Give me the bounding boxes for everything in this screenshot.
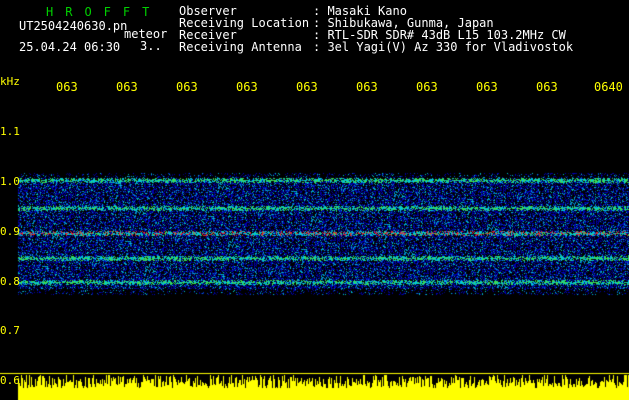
y-tick-label: 1.0 (0, 175, 20, 188)
app-logo: HROFFT (46, 5, 162, 19)
x-tick-label: 063 (476, 80, 498, 94)
x-tick-label: 063 (296, 80, 318, 94)
datetime-extra: 3.. (140, 39, 162, 53)
filename-label: UT2504240630.pn (19, 19, 128, 33)
datetime-label: 25.04.24 06:30 (19, 40, 121, 54)
y-tick-label: 0.6 (0, 374, 20, 387)
y-tick-label: 0.7 (0, 324, 20, 337)
x-tick-label: 063 (116, 80, 138, 94)
x-tick-label: 063 (176, 80, 198, 94)
field-label-antenna: Receiving Antenna (179, 40, 302, 54)
field-value-antenna: : 3el Yagi(V) Az 330 for Vladivostok (313, 40, 574, 54)
x-tick-label: 063 (416, 80, 438, 94)
x-tick-label: 063 (56, 80, 78, 94)
x-tick-label: 063 (356, 80, 378, 94)
y-axis-unit: kHz (0, 75, 20, 88)
x-tick-label: 063 (236, 80, 258, 94)
x-tick-label: 063 (536, 80, 558, 94)
spectrogram-waterfall (0, 95, 629, 400)
hrofft-window: HROFFT UT2504240630.pn meteor 25.04.24 0… (0, 0, 629, 400)
y-tick-label: 0.8 (0, 275, 20, 288)
y-tick-label: 0.9 (0, 225, 20, 238)
x-tick-label: 0640 (594, 80, 623, 94)
y-tick-label: 1.1 (0, 125, 20, 138)
